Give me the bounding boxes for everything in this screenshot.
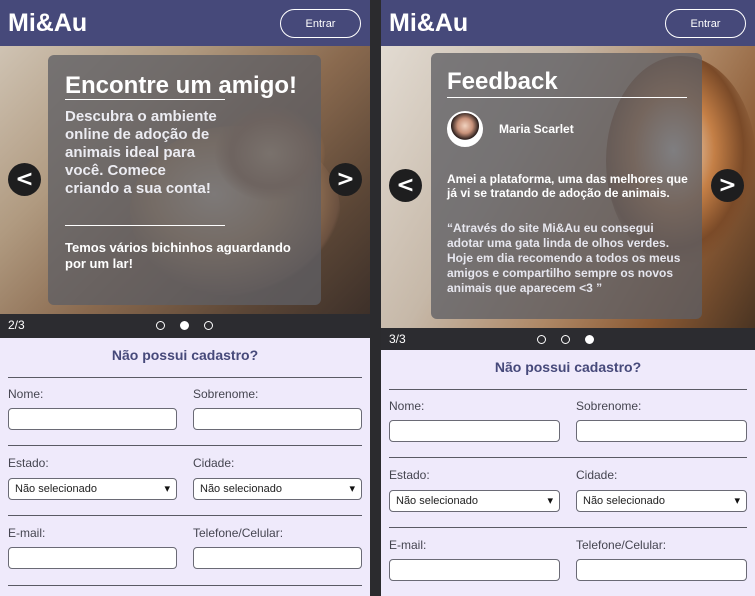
city-select[interactable]: Não selecionado ▾	[193, 478, 362, 500]
form-title: Não possui cadastro?	[111, 347, 259, 363]
signup-form: Não possui cadastro? Nome: Sobrenome: Es…	[381, 350, 755, 581]
slide-counter: 3/3	[389, 332, 406, 346]
city-value: Não selecionado	[200, 483, 282, 495]
logo[interactable]: Mi&Au	[389, 9, 468, 38]
prev-arrow-icon[interactable]: <	[389, 169, 422, 202]
state-label: Estado:	[8, 456, 49, 470]
slide-counter: 2/3	[8, 318, 25, 332]
name-label: Nome:	[389, 399, 425, 413]
carousel-dot-1[interactable]	[537, 335, 546, 344]
state-label: Estado:	[389, 468, 430, 482]
review-text: Amei a plataforma, uma das melhores que …	[447, 172, 688, 200]
form-divider	[389, 457, 747, 458]
name-field[interactable]	[389, 420, 560, 442]
email-field[interactable]	[389, 559, 560, 581]
form-divider	[389, 527, 747, 528]
email-label: E-mail:	[389, 538, 427, 552]
state-value: Não selecionado	[15, 483, 97, 495]
slide-title: Feedback	[447, 68, 558, 95]
phone-label: Telefone/Celular:	[576, 538, 667, 552]
email-label: E-mail:	[8, 526, 46, 540]
surname-label: Sobrenome:	[576, 399, 642, 413]
form-divider	[8, 377, 362, 378]
hero-carousel: Encontre um amigo! Descubra o ambiente o…	[0, 46, 370, 314]
carousel-dot-2[interactable]	[180, 321, 189, 330]
mobile-view-right: Mi&Au Entrar Feedback Maria Scarlet Amei…	[381, 0, 755, 596]
mobile-view-left: Mi&Au Entrar Encontre um amigo! Descubra…	[0, 0, 370, 596]
carousel-dot-2[interactable]	[561, 335, 570, 344]
chevron-down-icon: ▾	[164, 483, 170, 495]
state-value: Não selecionado	[396, 495, 478, 507]
form-divider	[8, 585, 362, 586]
name-label: Nome:	[8, 387, 44, 401]
avatar	[447, 111, 483, 147]
logo[interactable]: Mi&Au	[8, 9, 87, 38]
state-select[interactable]: Não selecionado ▾	[389, 490, 560, 512]
surname-field[interactable]	[193, 408, 362, 430]
carousel-dot-1[interactable]	[156, 321, 165, 330]
slide-card: Feedback Maria Scarlet Amei a plataforma…	[431, 53, 702, 319]
phone-label: Telefone/Celular:	[193, 526, 284, 540]
slide-body: Descubra o ambiente online de adoção de …	[65, 108, 217, 197]
header: Mi&Au Entrar	[381, 0, 755, 46]
city-label: Cidade:	[576, 468, 618, 482]
email-field[interactable]	[8, 547, 177, 569]
state-select[interactable]: Não selecionado ▾	[8, 478, 177, 500]
chevron-down-icon: ▾	[349, 483, 355, 495]
chevron-down-icon: ▾	[547, 495, 553, 507]
body-divider	[65, 225, 225, 226]
chevron-down-icon: ▾	[734, 495, 740, 507]
slide-card: Encontre um amigo! Descubra o ambiente o…	[48, 55, 321, 305]
name-field[interactable]	[8, 408, 177, 430]
form-divider	[8, 515, 362, 516]
form-divider	[389, 389, 747, 390]
carousel-indicator-bar: 3/3	[381, 328, 755, 350]
login-button[interactable]: Entrar	[280, 9, 361, 38]
city-select[interactable]: Não selecionado ▾	[576, 490, 747, 512]
reviewer-name: Maria Scarlet	[499, 122, 574, 136]
review-quote: “Através do site Mi&Au eu consegui adota…	[447, 221, 681, 295]
title-divider	[65, 99, 225, 100]
next-arrow-icon[interactable]: >	[711, 169, 744, 202]
phone-field[interactable]	[193, 547, 362, 569]
prev-arrow-icon[interactable]: <	[8, 163, 41, 196]
surname-label: Sobrenome:	[193, 387, 259, 401]
carousel-indicator-bar: 2/3	[0, 314, 370, 338]
next-arrow-icon[interactable]: >	[329, 163, 362, 196]
phone-field[interactable]	[576, 559, 747, 581]
surname-field[interactable]	[576, 420, 747, 442]
carousel-dot-3[interactable]	[204, 321, 213, 330]
login-button[interactable]: Entrar	[665, 9, 746, 38]
signup-form: Não possui cadastro? Nome: Sobrenome: Es…	[0, 338, 370, 586]
carousel-dot-3[interactable]	[585, 335, 594, 344]
hero-carousel: Feedback Maria Scarlet Amei a plataforma…	[381, 46, 755, 328]
city-label: Cidade:	[193, 456, 235, 470]
form-divider	[8, 445, 362, 446]
city-value: Não selecionado	[583, 495, 665, 507]
slide-footer: Temos vários bichinhos aguardando por um…	[65, 240, 291, 271]
slide-title: Encontre um amigo!	[65, 72, 298, 99]
form-title: Não possui cadastro?	[494, 359, 642, 375]
header: Mi&Au Entrar	[0, 0, 370, 46]
title-divider	[447, 97, 687, 98]
